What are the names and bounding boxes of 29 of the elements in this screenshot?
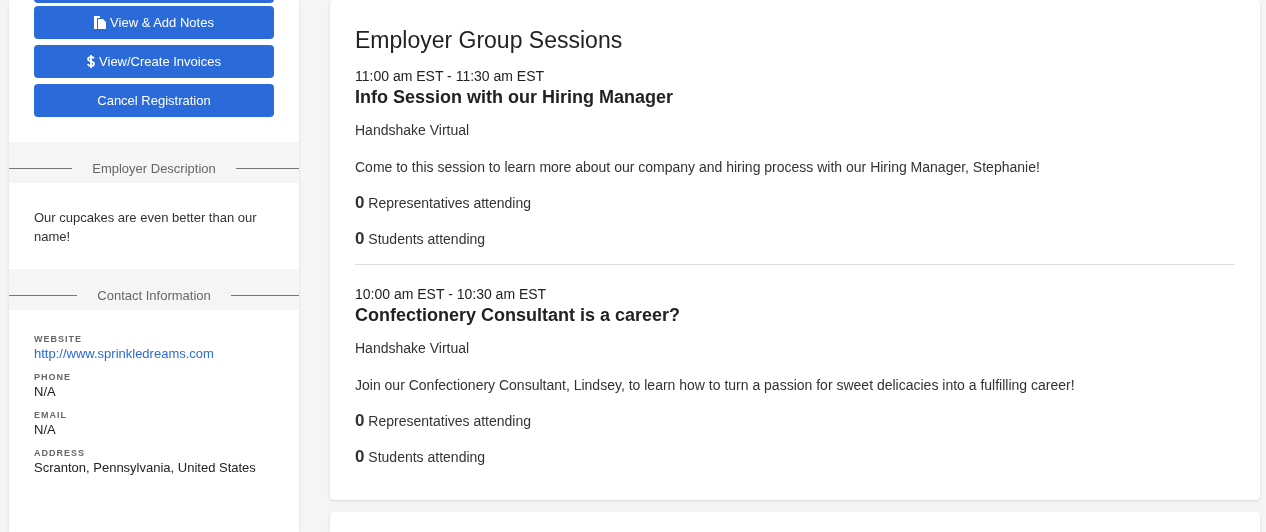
session-time: 10:00 am EST - 10:30 am EST [355, 285, 547, 303]
field-value: Scranton, Pennsylvania, United States [34, 459, 256, 477]
sidebar-button[interactable]: Cancel Registration [34, 84, 274, 117]
field-label: PHONE [34, 372, 72, 383]
section-heading: Employer Description [92, 159, 216, 178]
representatives-count: 0 Representatives attending [355, 412, 532, 430]
field-value: N/A [34, 421, 56, 439]
field-label: EMAIL [34, 410, 68, 421]
session-description: Come to this session to learn more about our company and hiring process with our Hiring Manager, Stephanie! [355, 158, 1040, 176]
session-title: Info Session with our Hiring Manager [355, 86, 674, 109]
field-label: WEBSITE [34, 334, 83, 345]
session-location: Handshake Virtual [355, 121, 470, 139]
sidebar-button[interactable]: View & Add Notes [34, 6, 274, 39]
session-description: Join our Confectionery Consultant, Lindsey, to learn how to turn a passion for sweet delicacies into a fulfilling career! [355, 376, 1075, 394]
session-title: Confectionery Consultant is a career? [355, 304, 681, 327]
students-count: 0 Students attending [355, 448, 486, 466]
section-heading: Contact Information [97, 286, 211, 305]
session-time: 11:00 am EST - 11:30 am EST [355, 67, 545, 85]
representatives-count: 0 Representatives attending [355, 194, 532, 212]
students-count: 0 Students attending [355, 230, 486, 248]
document-icon [94, 16, 107, 29]
website-link[interactable]: http://www.sprinkledreams.com [34, 345, 214, 363]
session-location: Handshake Virtual [355, 339, 470, 357]
dollar-icon [87, 55, 96, 68]
sidebar-button[interactable]: View/Create Invoices [34, 45, 274, 78]
field-value: N/A [34, 383, 56, 401]
employer-description: Our cupcakes are even better than our name! [33, 209, 258, 246]
card-title: Employer Group Sessions [355, 26, 623, 54]
field-label: ADDRESS [34, 448, 86, 459]
